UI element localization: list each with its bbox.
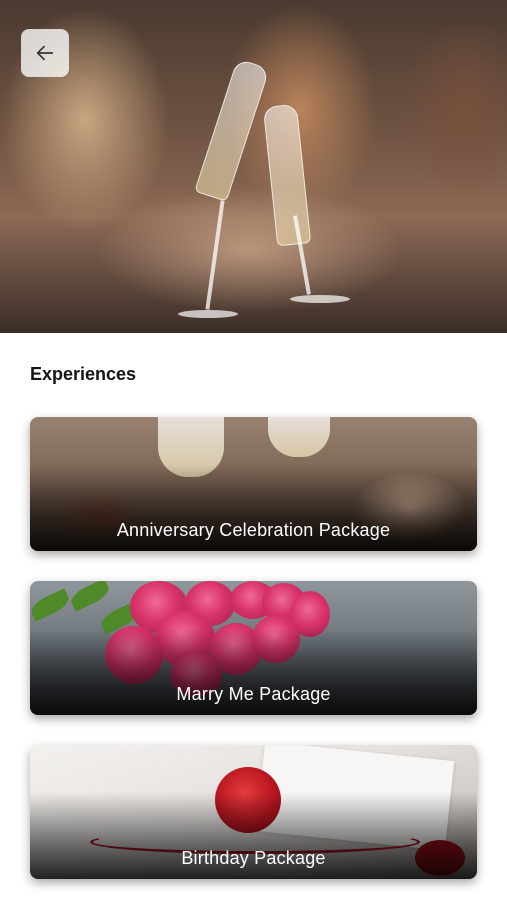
package-card-marry-me[interactable]: Marry Me Package [30, 581, 477, 715]
package-card-anniversary[interactable]: Anniversary Celebration Package [30, 417, 477, 551]
package-card-birthday[interactable]: Birthday Package [30, 745, 477, 879]
package-label: Birthday Package [181, 848, 326, 868]
package-label: Marry Me Package [176, 684, 331, 704]
section-title: Experiences [30, 364, 137, 384]
back-button[interactable] [21, 29, 69, 77]
hero-image [0, 0, 507, 333]
arrow-left-icon [36, 45, 54, 61]
package-label: Anniversary Celebration Package [116, 520, 391, 540]
